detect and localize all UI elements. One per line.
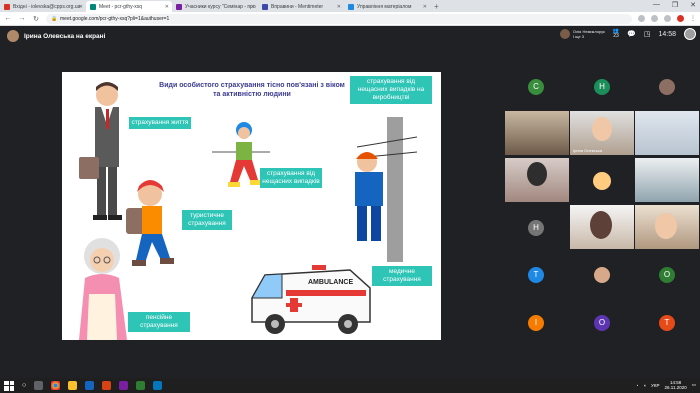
label-tourist-insurance: туристичне страхування — [182, 210, 232, 230]
presenter-label: Ірина Олевська на екрані — [24, 32, 106, 40]
reload-icon[interactable]: ↻ — [32, 15, 40, 23]
avatar — [559, 29, 570, 39]
profile-icon[interactable] — [677, 15, 684, 22]
notifications-icon[interactable]: ▭ — [692, 382, 696, 388]
participant-photo[interactable] — [594, 267, 610, 283]
participant-avatar[interactable]: О — [659, 267, 675, 283]
address-bar: ← → ↻ 🔒 meet.google.com/pcr-gthy-xsq?pli… — [0, 12, 700, 26]
participant-video[interactable] — [505, 158, 569, 202]
label-life-insurance: страхування життя — [129, 117, 191, 129]
meet-top-right: Олія Немиклорук І ще 3 👥 23 💬 ◳ 14:58 — [559, 28, 696, 40]
url-input[interactable]: 🔒 meet.google.com/pcr-gthy-xsq?pli=1&aut… — [46, 13, 632, 24]
browser-tab-bar: Вхідні - iolevska@cpps.org.ua ✕ Meet - pc… — [0, 0, 700, 12]
close-window-icon[interactable]: ✕ — [690, 1, 696, 9]
presenter-avatar — [7, 30, 19, 42]
lock-icon: 🔒 — [51, 15, 58, 22]
extension-icon[interactable] — [664, 15, 671, 22]
meet-favicon-icon — [90, 3, 96, 10]
participant-video[interactable]: Ірина Олевська — [570, 111, 634, 155]
explorer-icon[interactable] — [68, 381, 78, 390]
chat-icon[interactable]: 💬 — [627, 30, 636, 38]
gmail-favicon-icon — [4, 3, 10, 10]
new-tab-button[interactable]: + — [434, 1, 439, 12]
participant-name: Ірина Олевська — [573, 148, 602, 153]
page-favicon-icon — [348, 3, 354, 10]
moodle-favicon-icon — [176, 3, 182, 10]
browser-tab[interactable]: Управління матеріалом ✕ — [344, 1, 430, 12]
participant-video[interactable] — [635, 158, 699, 202]
menu-icon[interactable]: ⋮ — [690, 15, 696, 22]
slide-title: Види особистого страхування тісно пов'яз… — [159, 82, 345, 98]
windows-taskbar: ○ ◔ ◖ УКР 14:58 26.11.2020 ▭ — [0, 378, 700, 393]
task-view-icon[interactable] — [34, 381, 44, 390]
close-icon[interactable]: ✕ — [251, 4, 255, 10]
browser-tab[interactable]: Учасники курсу "Семінар - про ✕ — [172, 1, 258, 12]
grandmother-illustration — [79, 238, 127, 340]
app-icon[interactable] — [136, 381, 146, 390]
browser-tab-active[interactable]: Meet - pcr-gthy-xsq ✕ — [86, 1, 172, 12]
extension-icon[interactable] — [651, 15, 658, 22]
app-icon[interactable] — [119, 381, 129, 390]
minimize-icon[interactable]: — — [653, 1, 660, 9]
back-icon[interactable]: ← — [4, 15, 12, 22]
participant-video[interactable] — [635, 205, 699, 249]
people-icon[interactable]: 👥 23 — [613, 29, 619, 39]
label-pension-insurance: пенсійне страхування — [128, 312, 190, 332]
presentation-slide: Види особистого страхування тісно пов'яз… — [62, 72, 441, 340]
participant-avatar[interactable]: С — [528, 79, 544, 95]
extension-icon[interactable] — [638, 15, 645, 22]
avatar[interactable] — [684, 28, 696, 40]
meeting-clock: 14:58 — [658, 30, 676, 38]
windows-start-icon[interactable] — [4, 380, 14, 391]
window-controls: — ❐ ✕ — [653, 1, 696, 9]
mentimeter-favicon-icon — [262, 3, 268, 10]
participant-avatar[interactable]: Т — [528, 267, 544, 283]
word-icon[interactable] — [85, 381, 95, 390]
system-tray: ◔ ◖ УКР 14:58 26.11.2020 ▭ — [636, 380, 696, 390]
participant-avatar[interactable]: І — [528, 315, 544, 331]
ambulance-text: AMBULANCE — [308, 279, 353, 286]
activities-icon[interactable]: ◳ — [644, 30, 651, 38]
close-icon[interactable]: ✕ — [337, 4, 341, 10]
app-icon[interactable] — [153, 381, 163, 390]
chrome-icon[interactable] — [51, 381, 61, 390]
active-speaker: Олія Немиклорук І ще 3 — [559, 29, 605, 39]
volume-icon[interactable]: ◖ — [643, 383, 646, 388]
close-icon[interactable]: ✕ — [79, 4, 83, 10]
electrician-illustration — [355, 117, 417, 262]
meet-bottom-bar — [0, 346, 700, 378]
powerpoint-icon[interactable] — [102, 381, 112, 390]
browser-tab[interactable]: Вправини - Mentimeter ✕ — [258, 1, 344, 12]
participant-avatar[interactable]: Н — [594, 79, 610, 95]
participant-avatar[interactable]: О — [594, 315, 610, 331]
forward-icon[interactable]: → — [18, 15, 26, 22]
label-medical-insurance: медичне страхування — [372, 266, 432, 286]
participant-avatar[interactable]: Т — [659, 315, 675, 331]
browser-tab[interactable]: Вхідні - iolevska@cpps.org.ua ✕ — [0, 1, 86, 12]
extension-icons: ⋮ — [638, 15, 696, 22]
close-icon[interactable]: ✕ — [165, 4, 169, 10]
system-clock[interactable]: 14:58 26.11.2020 — [665, 380, 687, 390]
participant-video[interactable] — [635, 111, 699, 155]
search-icon[interactable]: ○ — [22, 382, 26, 389]
close-icon[interactable]: ✕ — [423, 4, 427, 10]
participant-avatar[interactable]: Н — [528, 220, 544, 236]
meet-top-bar: Ірина Олевська на екрані Олія Немиклорук… — [0, 26, 700, 46]
label-workplace-accident-insurance: страхування від нещасних випадків на вир… — [350, 76, 432, 104]
label-accident-insurance: страхування від нещасних випадків — [260, 168, 322, 188]
keyboard-language[interactable]: УКР — [651, 383, 659, 388]
ambulance-illustration: AMBULANCE — [251, 265, 371, 334]
participant-video[interactable] — [505, 111, 569, 155]
wifi-icon[interactable]: ◔ — [636, 383, 639, 388]
participant-photo[interactable] — [659, 79, 675, 95]
participant-video[interactable] — [570, 205, 634, 249]
maximize-icon[interactable]: ❐ — [672, 1, 678, 9]
participant-photo[interactable] — [593, 172, 611, 190]
